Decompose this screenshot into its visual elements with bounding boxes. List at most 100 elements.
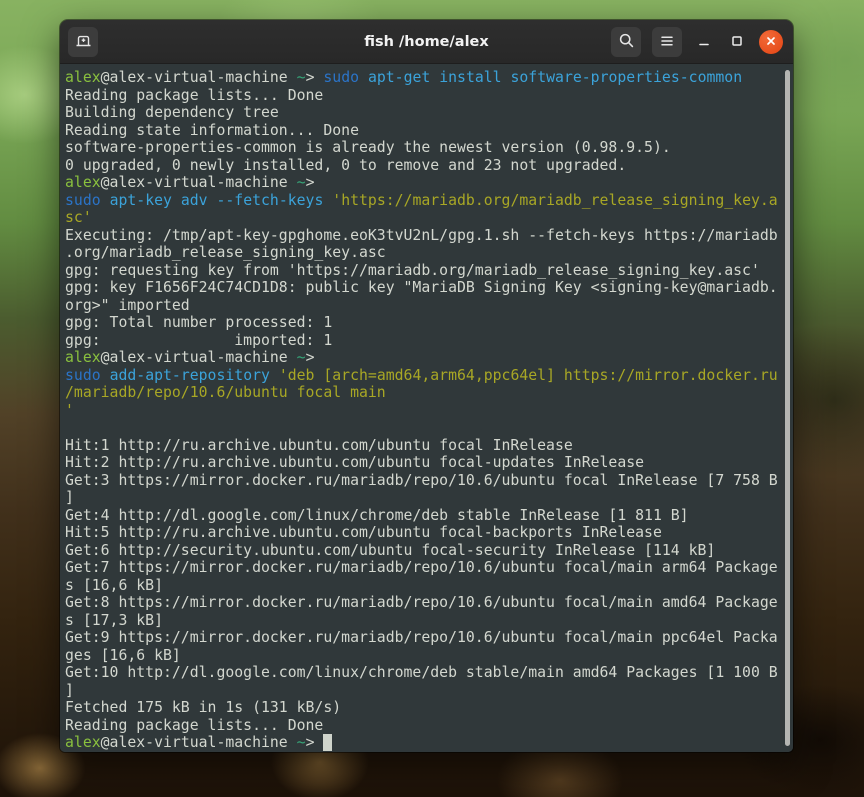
- terminal-text: ': [65, 402, 74, 419]
- terminal-text: Hit:2 http://ru.archive.ubuntu.com/ubunt…: [65, 454, 644, 471]
- terminal-text: >: [306, 174, 315, 191]
- terminal-line: org>" imported: [65, 297, 787, 315]
- terminal-line: alex@alex-virtual-machine ~>: [65, 349, 787, 367]
- terminal-content[interactable]: alex@alex-virtual-machine ~> sudo apt-ge…: [60, 64, 793, 752]
- terminal-text: alex: [65, 174, 101, 191]
- cursor-block: [323, 734, 332, 751]
- terminal-text: apt-key adv --fetch-keys: [110, 192, 333, 209]
- terminal-line: Fetched 175 kB in 1s (131 kB/s): [65, 699, 787, 717]
- terminal-line: [65, 419, 787, 437]
- terminal-line: /mariadb/repo/10.6/ubuntu focal main: [65, 384, 787, 402]
- terminal-line: alex@alex-virtual-machine ~> sudo apt-ge…: [65, 69, 787, 87]
- terminal-text: gpg: Total number processed: 1: [65, 314, 332, 331]
- terminal-text: Reading state information... Done: [65, 122, 359, 139]
- terminal-text: Get:8 https://mirror.docker.ru/mariadb/r…: [65, 594, 778, 611]
- menu-button[interactable]: [652, 27, 682, 57]
- terminal-line: .org/mariadb_release_signing_key.asc: [65, 244, 787, 262]
- terminal-text: sudo: [65, 192, 101, 209]
- terminal-text: .org/mariadb_release_signing_key.asc: [65, 244, 386, 261]
- terminal-line: Get:6 http://security.ubuntu.com/ubuntu …: [65, 542, 787, 560]
- terminal-text: gpg: requesting key from 'https://mariad…: [65, 262, 760, 279]
- maximize-button[interactable]: [726, 27, 748, 57]
- terminal-text: Building dependency tree: [65, 104, 279, 121]
- terminal-line: sudo apt-key adv --fetch-keys 'https://m…: [65, 192, 787, 210]
- terminal-line: gpg: requesting key from 'https://mariad…: [65, 262, 787, 280]
- terminal-text: >: [306, 349, 315, 366]
- terminal-text: add-apt-repository: [110, 367, 279, 384]
- terminal-text: 'deb [arch=amd64,arm64,ppc64el] https://…: [279, 367, 778, 384]
- close-icon: [764, 34, 778, 51]
- terminal-line: Get:3 https://mirror.docker.ru/mariadb/r…: [65, 472, 787, 490]
- terminal-text: @alex-virtual-machine: [101, 69, 297, 86]
- terminal-line: 0 upgraded, 0 newly installed, 0 to remo…: [65, 157, 787, 175]
- terminal-text: Get:7 https://mirror.docker.ru/mariadb/r…: [65, 559, 778, 576]
- terminal-line: alex@alex-virtual-machine ~>: [65, 734, 787, 752]
- scrollbar[interactable]: [785, 70, 790, 746]
- terminal-line: Get:10 http://dl.google.com/linux/chrome…: [65, 664, 787, 682]
- terminal-text: ]: [65, 489, 74, 506]
- terminal-line: Get:7 https://mirror.docker.ru/mariadb/r…: [65, 559, 787, 577]
- terminal-line: sc': [65, 209, 787, 227]
- terminal-text: org>" imported: [65, 297, 190, 314]
- terminal-line: Executing: /tmp/apt-key-gpghome.eoK3tvU2…: [65, 227, 787, 245]
- terminal-text: ~: [297, 734, 306, 751]
- terminal-text: s [17,3 kB]: [65, 612, 163, 629]
- terminal-line: ]: [65, 682, 787, 700]
- terminal-text: @alex-virtual-machine: [101, 734, 297, 751]
- terminal-text: Reading package lists... Done: [65, 717, 323, 734]
- terminal-text: >: [306, 734, 324, 751]
- terminal-line: sudo add-apt-repository 'deb [arch=amd64…: [65, 367, 787, 385]
- terminal-line: Get:9 https://mirror.docker.ru/mariadb/r…: [65, 629, 787, 647]
- close-button[interactable]: [759, 30, 783, 54]
- terminal-line: Reading package lists... Done: [65, 717, 787, 735]
- terminal-line: Hit:1 http://ru.archive.ubuntu.com/ubunt…: [65, 437, 787, 455]
- terminal-line: software-properties-common is already th…: [65, 139, 787, 157]
- terminal-line: Hit:5 http://ru.archive.ubuntu.com/ubunt…: [65, 524, 787, 542]
- terminal-line: gpg: key F1656F24C74CD1D8: public key "M…: [65, 279, 787, 297]
- terminal-line: ]: [65, 489, 787, 507]
- terminal-line: Building dependency tree: [65, 104, 787, 122]
- terminal-line: s [16,6 kB]: [65, 577, 787, 595]
- terminal-line: Get:4 http://dl.google.com/linux/chrome/…: [65, 507, 787, 525]
- terminal-text: alex: [65, 349, 101, 366]
- terminal-window: fish /home/alex: [60, 20, 793, 752]
- terminal-line: gpg: Total number processed: 1: [65, 314, 787, 332]
- terminal-text: sudo: [65, 367, 101, 384]
- terminal-line: Get:8 https://mirror.docker.ru/mariadb/r…: [65, 594, 787, 612]
- search-icon: [618, 32, 635, 52]
- terminal-text: [101, 367, 110, 384]
- terminal-text: 0 upgraded, 0 newly installed, 0 to remo…: [65, 157, 626, 174]
- terminal-text: @alex-virtual-machine: [101, 349, 297, 366]
- terminal-line: Hit:2 http://ru.archive.ubuntu.com/ubunt…: [65, 454, 787, 472]
- terminal-text: ~: [297, 174, 306, 191]
- terminal-line: Reading package lists... Done: [65, 87, 787, 105]
- terminal-text: ges [16,6 kB]: [65, 647, 181, 664]
- new-tab-button[interactable]: [68, 27, 98, 57]
- new-tab-icon: [75, 32, 92, 52]
- terminal-text: alex: [65, 69, 101, 86]
- terminal-text: sc': [65, 209, 92, 226]
- terminal-text: Get:4 http://dl.google.com/linux/chrome/…: [65, 507, 689, 524]
- terminal-line: ': [65, 402, 787, 420]
- terminal-text: Get:10 http://dl.google.com/linux/chrome…: [65, 664, 778, 681]
- terminal-text: ~: [297, 349, 306, 366]
- terminal-line: s [17,3 kB]: [65, 612, 787, 630]
- search-button[interactable]: [611, 27, 641, 57]
- terminal-text: ~: [297, 69, 306, 86]
- terminal-line: Reading state information... Done: [65, 122, 787, 140]
- titlebar[interactable]: fish /home/alex: [60, 20, 793, 64]
- terminal-text: Fetched 175 kB in 1s (131 kB/s): [65, 699, 341, 716]
- terminal-text: Hit:5 http://ru.archive.ubuntu.com/ubunt…: [65, 524, 662, 541]
- terminal-text: /mariadb/repo/10.6/ubuntu focal main: [65, 384, 386, 401]
- terminal-text: software-properties-common is already th…: [65, 139, 671, 156]
- terminal-text: gpg: imported: 1: [65, 332, 332, 349]
- terminal-text: Reading package lists... Done: [65, 87, 323, 104]
- minimize-button[interactable]: [693, 27, 715, 57]
- terminal-line: alex@alex-virtual-machine ~>: [65, 174, 787, 192]
- terminal-text: ]: [65, 682, 74, 699]
- terminal-text: Get:6 http://security.ubuntu.com/ubuntu …: [65, 542, 715, 559]
- terminal-text: @alex-virtual-machine: [101, 174, 297, 191]
- terminal-text: >: [306, 69, 324, 86]
- maximize-icon: [730, 34, 744, 51]
- terminal-text: [359, 69, 368, 86]
